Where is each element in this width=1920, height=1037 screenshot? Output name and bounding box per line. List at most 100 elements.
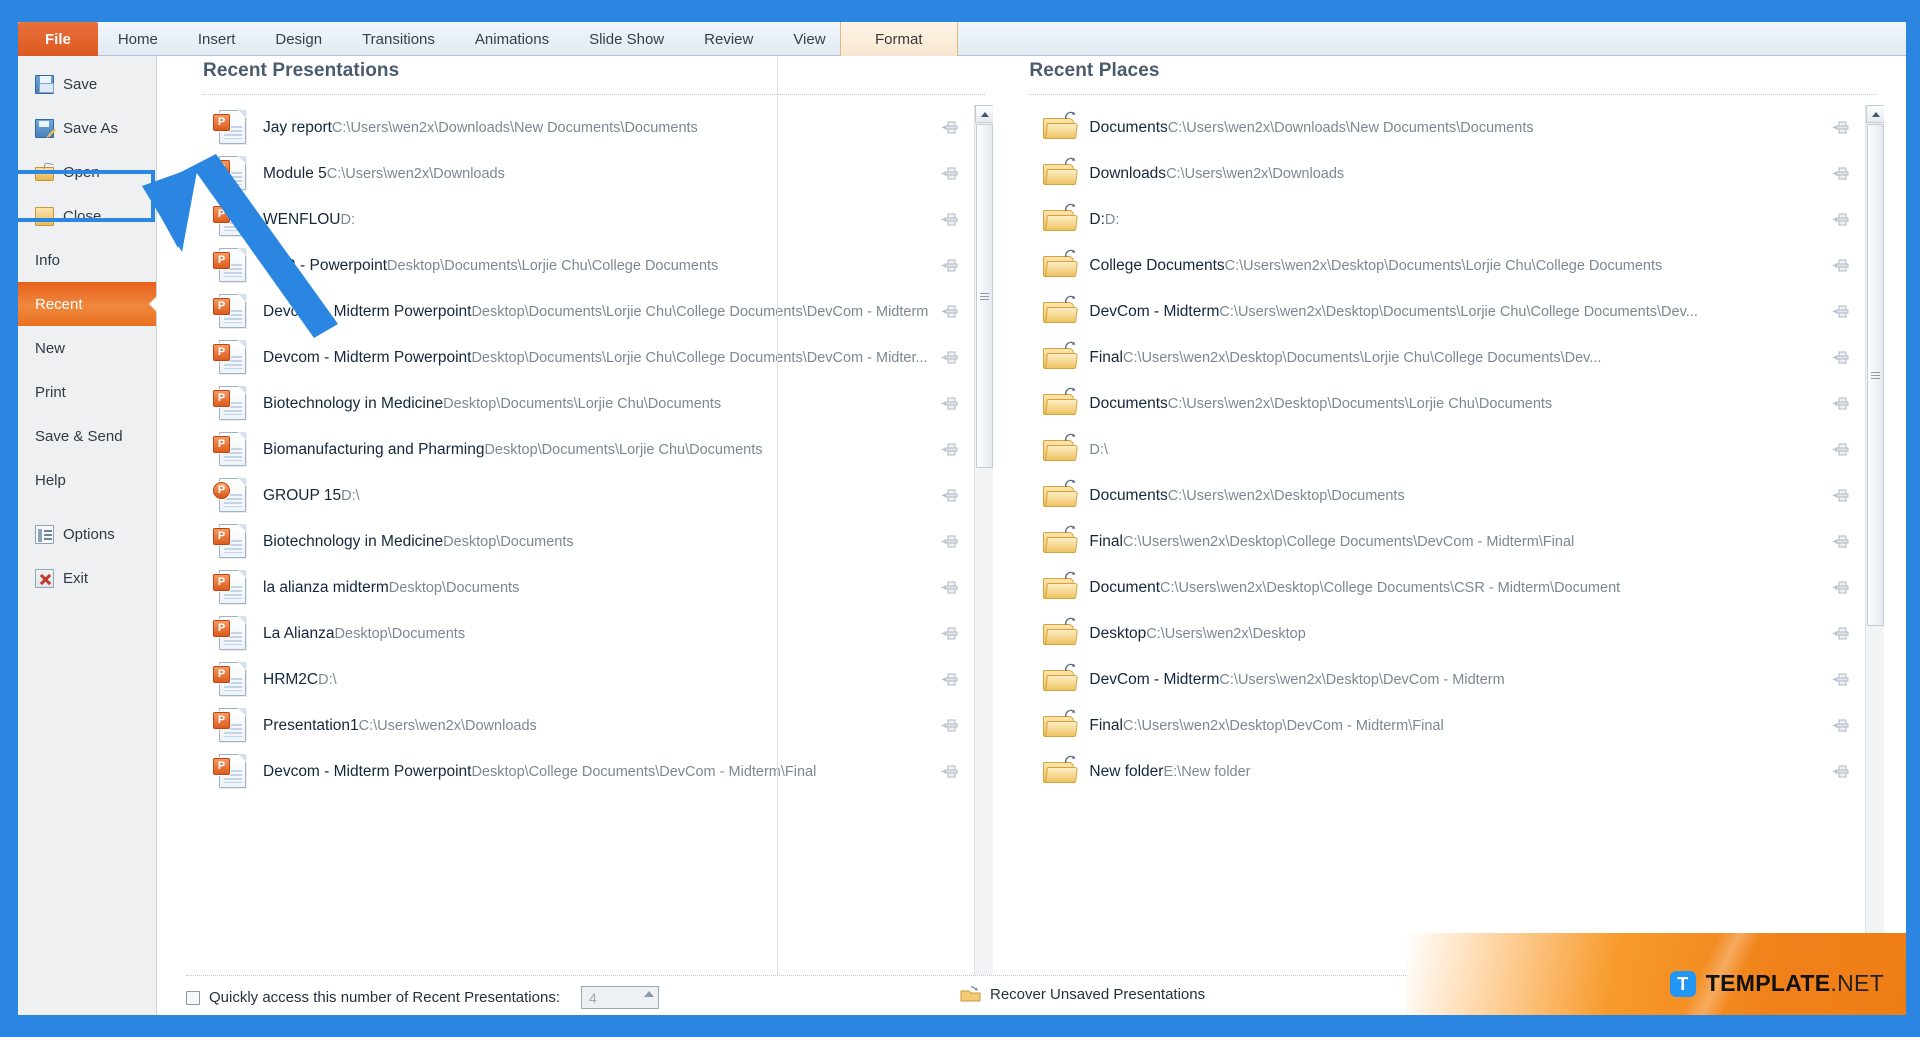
list-item-name: Biomanufacturing and Pharming bbox=[263, 441, 485, 458]
list-item[interactable]: P Devcom - Midterm PowerpointDesktop\Docu… bbox=[203, 335, 970, 381]
pin-icon[interactable] bbox=[1833, 764, 1851, 780]
list-item[interactable]: D:\ bbox=[1029, 427, 1861, 473]
pin-icon[interactable] bbox=[942, 120, 960, 136]
pin-icon[interactable] bbox=[1833, 396, 1851, 412]
list-item[interactable]: P GROUP 15D:\ bbox=[203, 473, 970, 519]
sidebar-item-exit[interactable]: Exit bbox=[18, 556, 156, 600]
list-item[interactable]: P La AlianzaDesktop\Documents bbox=[203, 611, 970, 657]
pin-icon[interactable] bbox=[1833, 166, 1851, 182]
sidebar-item-save-as[interactable]: Save As bbox=[18, 106, 156, 150]
tab-transitions[interactable]: Transitions bbox=[342, 22, 455, 56]
save-icon bbox=[35, 74, 54, 94]
stepper-up-icon[interactable] bbox=[644, 991, 654, 997]
list-item[interactable]: DownloadsC:\Users\wen2x\Downloads bbox=[1029, 151, 1861, 197]
list-item[interactable]: Pla alianza midtermDesktop\Documents bbox=[203, 565, 970, 611]
scrollbar-thumb[interactable] bbox=[976, 124, 994, 468]
tab-format[interactable]: Format bbox=[840, 22, 958, 56]
list-item[interactable]: P Biotechnology in MedicineDesktop\Docume… bbox=[203, 519, 970, 565]
list-item[interactable]: P Devcom - Midterm PowerpointDesktop\Docu… bbox=[203, 289, 970, 335]
pin-icon[interactable] bbox=[942, 396, 960, 412]
pin-icon[interactable] bbox=[942, 488, 960, 504]
tab-design[interactable]: Design bbox=[255, 22, 342, 56]
list-item[interactable]: College DocumentsC:\Users\wen2x\Desktop\… bbox=[1029, 243, 1861, 289]
scroll-up-button[interactable] bbox=[1866, 105, 1884, 123]
pin-icon[interactable] bbox=[1833, 672, 1851, 688]
scroll-up-button[interactable] bbox=[975, 105, 994, 123]
sidebar-item-options[interactable]: Options bbox=[18, 512, 156, 556]
list-item[interactable]: FinalC:\Users\wen2x\Desktop\DevCom - Mid… bbox=[1029, 703, 1861, 749]
recent-places-scrollbar[interactable] bbox=[1865, 105, 1884, 1015]
pin-icon[interactable] bbox=[1833, 120, 1851, 136]
sidebar-item-save[interactable]: Save bbox=[18, 62, 156, 106]
tab-review[interactable]: Review bbox=[684, 22, 773, 56]
pin-icon[interactable] bbox=[1833, 258, 1851, 274]
recent-badge-icon bbox=[1065, 203, 1076, 212]
list-item[interactable]: P Presentation1C:\Users\wen2x\Downloads bbox=[203, 703, 970, 749]
pin-icon[interactable] bbox=[1833, 626, 1851, 642]
tab-slide-show[interactable]: Slide Show bbox=[569, 22, 684, 56]
pin-icon[interactable] bbox=[942, 764, 960, 780]
pin-icon[interactable] bbox=[1833, 718, 1851, 734]
pin-icon[interactable] bbox=[942, 672, 960, 688]
list-item[interactable]: FinalC:\Users\wen2x\Desktop\College Docu… bbox=[1029, 519, 1861, 565]
pin-icon[interactable] bbox=[942, 304, 960, 320]
pin-icon[interactable] bbox=[942, 718, 960, 734]
pin-icon[interactable] bbox=[1833, 442, 1851, 458]
pin-icon[interactable] bbox=[1833, 534, 1851, 550]
list-item[interactable]: DocumentsC:\Users\wen2x\Downloads\New Do… bbox=[1029, 105, 1861, 151]
scrollbar-thumb[interactable] bbox=[1867, 124, 1884, 626]
sidebar-item-help[interactable]: Help bbox=[18, 458, 156, 502]
pin-icon[interactable] bbox=[942, 626, 960, 642]
sidebar-item-info[interactable]: Info bbox=[18, 238, 156, 282]
powerpoint-file-icon: P bbox=[213, 292, 253, 332]
list-item[interactable]: DocumentsC:\Users\wen2x\Desktop\Document… bbox=[1029, 381, 1861, 427]
pin-icon[interactable] bbox=[1833, 304, 1851, 320]
list-item[interactable]: P HRM2CD:\ bbox=[203, 657, 970, 703]
pin-icon[interactable] bbox=[942, 166, 960, 182]
sidebar-item-open[interactable]: Open bbox=[18, 150, 156, 194]
pin-icon[interactable] bbox=[942, 580, 960, 596]
list-item[interactable]: New folderE:\New folder bbox=[1029, 749, 1861, 795]
list-item[interactable]: P Biomanufacturing and PharmingDesktop\Do… bbox=[203, 427, 970, 473]
pin-icon[interactable] bbox=[942, 350, 960, 366]
list-item[interactable]: P CSR - PowerpointDesktop\Documents\Lorji… bbox=[203, 243, 970, 289]
pin-icon[interactable] bbox=[942, 534, 960, 550]
sidebar-item-recent[interactable]: Recent bbox=[18, 282, 156, 326]
template-net-logo-icon: T bbox=[1669, 970, 1696, 997]
list-item[interactable]: DesktopC:\Users\wen2x\Desktop bbox=[1029, 611, 1861, 657]
list-item[interactable]: D:D: bbox=[1029, 197, 1861, 243]
list-item[interactable]: DevCom - MidtermC:\Users\wen2x\Desktop\D… bbox=[1029, 289, 1861, 335]
list-item[interactable]: DevCom - MidtermC:\Users\wen2x\Desktop\D… bbox=[1029, 657, 1861, 703]
list-item[interactable]: P WENFLOUD: bbox=[203, 197, 970, 243]
recover-unsaved-group[interactable]: Recover Unsaved Presentations bbox=[960, 986, 1205, 1003]
recent-presentations-scrollbar[interactable] bbox=[974, 105, 994, 1015]
tab-home[interactable]: Home bbox=[98, 22, 178, 56]
tab-view[interactable]: View bbox=[773, 22, 845, 56]
sidebar-item-close[interactable]: Close bbox=[18, 194, 156, 238]
list-item[interactable]: FinalC:\Users\wen2x\Desktop\Documents\Lo… bbox=[1029, 335, 1861, 381]
pin-icon[interactable] bbox=[942, 212, 960, 228]
list-item[interactable]: DocumentC:\Users\wen2x\Desktop\College D… bbox=[1029, 565, 1861, 611]
tab-file[interactable]: File bbox=[18, 22, 98, 56]
list-item[interactable]: DocumentsC:\Users\wen2x\Desktop\Document… bbox=[1029, 473, 1861, 519]
tab-insert[interactable]: Insert bbox=[178, 22, 256, 56]
quick-access-checkbox[interactable] bbox=[186, 990, 200, 1005]
pin-icon[interactable] bbox=[942, 442, 960, 458]
sidebar-divider bbox=[18, 502, 156, 512]
list-item[interactable]: P Biotechnology in MedicineDesktop\Docume… bbox=[203, 381, 970, 427]
list-item[interactable]: P Devcom - Midterm PowerpointDesktop\Coll… bbox=[203, 749, 970, 795]
quick-access-stepper[interactable]: 4 bbox=[581, 986, 659, 1009]
pin-icon[interactable] bbox=[942, 258, 960, 274]
recent-presentations-title: Recent Presentations bbox=[203, 60, 400, 81]
pin-icon[interactable] bbox=[1833, 350, 1851, 366]
pin-icon[interactable] bbox=[1833, 212, 1851, 228]
pin-icon[interactable] bbox=[1833, 580, 1851, 596]
tab-animations[interactable]: Animations bbox=[455, 22, 569, 56]
pin-icon[interactable] bbox=[1833, 488, 1851, 504]
sidebar-item-print[interactable]: Print bbox=[18, 370, 156, 414]
sidebar-item-save-and-send[interactable]: Save & Send bbox=[18, 414, 156, 458]
list-item[interactable]: P Jay reportC:\Users\wen2x\Downloads\New … bbox=[203, 105, 970, 151]
sidebar-item-new[interactable]: New bbox=[18, 326, 156, 370]
list-item[interactable]: P Module 5C:\Users\wen2x\Downloads bbox=[203, 151, 970, 197]
powerpoint-file-icon: P bbox=[213, 108, 253, 148]
